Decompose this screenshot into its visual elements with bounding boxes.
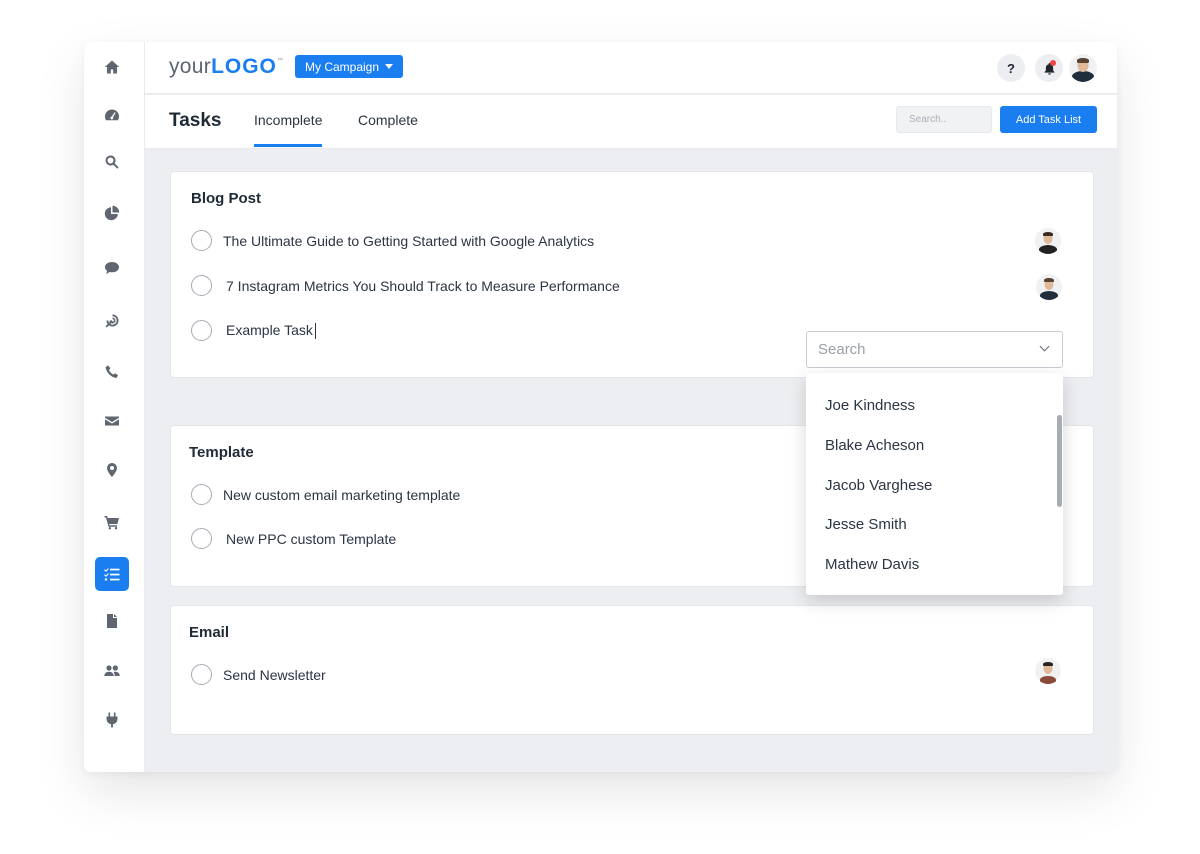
task-name-input[interactable]: Example Task xyxy=(226,321,316,340)
logo-text-regular: your xyxy=(169,55,212,78)
task-list-title: Email xyxy=(189,624,230,641)
sidebar-item-documents[interactable] xyxy=(95,604,129,638)
assignee-option[interactable]: Jesse Smith xyxy=(825,516,907,533)
assignee-avatar[interactable] xyxy=(1036,274,1062,300)
task-item: Send Newsletter xyxy=(191,664,326,685)
page-title: Tasks xyxy=(169,110,222,131)
target-icon xyxy=(105,314,119,328)
task-complete-checkbox[interactable] xyxy=(191,664,212,685)
task-label[interactable]: New custom email marketing template xyxy=(223,487,460,503)
task-label[interactable]: The Ultimate Guide to Getting Started wi… xyxy=(223,233,594,249)
task-item-editing: Example Task xyxy=(191,320,316,341)
sidebar-item-users[interactable] xyxy=(95,654,129,688)
user-avatar[interactable] xyxy=(1069,54,1097,82)
sidebar-item-chat[interactable] xyxy=(95,251,129,285)
assignee-option[interactable]: Joe Kindness xyxy=(825,397,915,414)
caret-down-icon xyxy=(385,64,394,69)
phone-icon xyxy=(105,365,118,378)
sidebar-item-tasks[interactable] xyxy=(95,557,129,591)
dashboard-icon xyxy=(105,109,120,121)
tab-incomplete[interactable]: Incomplete xyxy=(254,112,323,147)
assignee-search-select[interactable]: Search xyxy=(806,331,1063,368)
assignee-avatar[interactable] xyxy=(1035,228,1061,254)
sidebar-item-targeting[interactable] xyxy=(95,304,129,338)
task-complete-checkbox[interactable] xyxy=(191,230,212,251)
sidebar-item-local[interactable] xyxy=(95,453,129,487)
sidebar-item-search[interactable] xyxy=(95,145,129,179)
tasks-header: Tasks Incomplete Complete Search.. Add T… xyxy=(145,95,1117,149)
home-icon xyxy=(104,60,120,74)
task-complete-checkbox[interactable] xyxy=(191,484,212,505)
tab-complete[interactable]: Complete xyxy=(358,112,418,128)
logo-text-bold: LOGO xyxy=(211,55,277,78)
notifications-button[interactable] xyxy=(1035,54,1063,82)
document-icon xyxy=(107,614,117,628)
task-label[interactable]: New PPC custom Template xyxy=(226,531,396,547)
notification-dot xyxy=(1050,60,1056,66)
task-complete-checkbox[interactable] xyxy=(191,528,212,549)
sidebar-item-home[interactable] xyxy=(95,50,129,84)
pie-chart-icon xyxy=(104,205,120,221)
help-button[interactable]: ? xyxy=(997,54,1025,82)
chevron-down-icon xyxy=(1039,341,1050,352)
campaign-selector-label: My Campaign xyxy=(305,59,380,74)
campaign-selector[interactable]: My Campaign xyxy=(295,55,404,78)
task-list-title: Template xyxy=(189,444,254,461)
sidebar-item-reports[interactable] xyxy=(95,196,129,230)
sidebar-item-ecommerce[interactable] xyxy=(95,505,129,539)
task-item: New PPC custom Template xyxy=(191,528,396,549)
task-list-icon xyxy=(104,568,120,581)
assignee-option[interactable]: Mathew Davis xyxy=(825,556,919,573)
assignee-option[interactable]: Blake Acheson xyxy=(825,437,924,454)
add-task-list-button[interactable]: Add Task List xyxy=(1000,106,1097,133)
sidebar-item-integrations[interactable] xyxy=(95,703,129,737)
task-search-input[interactable]: Search.. xyxy=(896,106,992,133)
users-icon xyxy=(104,665,120,676)
task-label[interactable]: 7 Instagram Metrics You Should Track to … xyxy=(226,278,620,294)
dropdown-scrollbar[interactable] xyxy=(1057,415,1062,507)
task-item: The Ultimate Guide to Getting Started wi… xyxy=(191,230,594,251)
chat-icon xyxy=(105,262,119,274)
assignee-search-placeholder: Search xyxy=(818,341,866,358)
assignee-avatar[interactable] xyxy=(1035,658,1061,684)
task-list-email: Email Send Newsletter xyxy=(170,605,1094,735)
sidebar xyxy=(84,42,145,772)
logo-trademark: ™ xyxy=(276,58,284,64)
assignee-option[interactable]: Jacob Varghese xyxy=(825,477,932,494)
task-item: 7 Instagram Metrics You Should Track to … xyxy=(191,275,620,296)
app-window: yourLOGO™ My Campaign ? Tasks Incomplete… xyxy=(84,42,1117,772)
search-icon xyxy=(105,155,119,169)
task-complete-checkbox[interactable] xyxy=(191,320,212,341)
top-bar: yourLOGO™ My Campaign ? xyxy=(145,42,1117,94)
task-complete-checkbox[interactable] xyxy=(191,275,212,296)
text-cursor xyxy=(314,323,316,340)
cart-icon xyxy=(104,516,119,530)
task-name-value: Example Task xyxy=(226,321,313,338)
sidebar-item-email[interactable] xyxy=(95,404,129,438)
task-label[interactable]: Send Newsletter xyxy=(223,667,326,683)
task-item: New custom email marketing template xyxy=(191,484,460,505)
mail-icon xyxy=(105,416,119,426)
assignee-dropdown: Joe Kindness Blake Acheson Jacob Varghes… xyxy=(806,373,1063,595)
sidebar-item-dashboard[interactable] xyxy=(95,98,129,132)
logo[interactable]: yourLOGO™ xyxy=(169,55,283,79)
task-list-title: Blog Post xyxy=(191,190,261,207)
sidebar-item-calls[interactable] xyxy=(95,355,129,389)
plug-icon xyxy=(106,712,118,728)
map-pin-icon xyxy=(107,463,117,477)
help-icon: ? xyxy=(1007,60,1015,76)
